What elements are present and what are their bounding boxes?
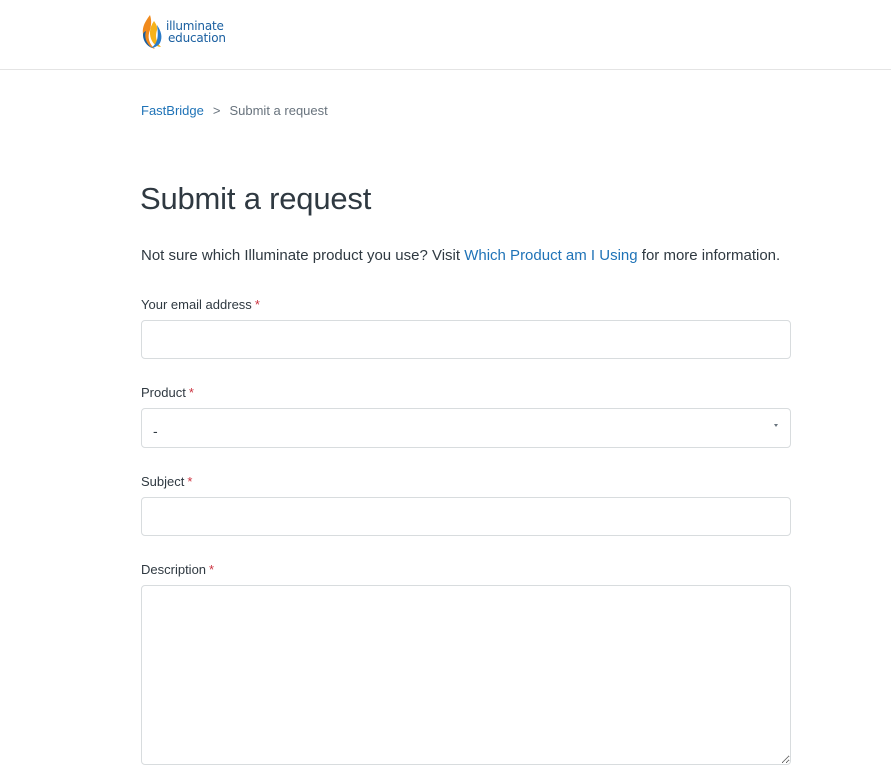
site-header: illuminate education [0, 0, 891, 70]
intro-text: Not sure which Illuminate product you us… [141, 247, 780, 264]
product-select[interactable]: - [141, 408, 791, 448]
breadcrumb: FastBridge > Submit a request [141, 103, 328, 118]
chevron-down-icon [774, 424, 778, 427]
email-field[interactable] [141, 320, 791, 359]
product-select-value: - [153, 422, 158, 439]
required-marker: * [188, 385, 194, 400]
breadcrumb-item-fastbridge[interactable]: FastBridge [141, 103, 204, 118]
page-title: Submit a request [140, 181, 372, 216]
logo-link[interactable]: illuminate education [141, 13, 226, 51]
description-label-text: Description [141, 562, 207, 577]
description-field[interactable] [141, 585, 791, 765]
which-product-link[interactable]: Which Product am I Using [464, 247, 637, 264]
required-marker: * [254, 297, 260, 312]
required-marker: * [187, 474, 193, 489]
subject-label: Subject * [141, 474, 192, 489]
email-label: Your email address * [141, 297, 260, 312]
breadcrumb-item-current: Submit a request [229, 103, 328, 118]
email-label-text: Your email address [141, 297, 252, 312]
intro-after: for more information. [637, 247, 781, 264]
logo-flame-icon [142, 15, 162, 49]
description-label: Description * [141, 562, 214, 577]
logo-text: illuminate education [166, 20, 226, 44]
logo-line2: education [168, 31, 226, 45]
intro-before: Not sure which Illuminate product you us… [141, 247, 465, 264]
breadcrumb-separator: > [212, 103, 221, 118]
subject-field[interactable] [141, 497, 791, 536]
product-label: Product * [141, 385, 194, 400]
required-marker: * [209, 562, 215, 577]
subject-label-text: Subject [141, 474, 185, 489]
product-label-text: Product [141, 385, 186, 400]
